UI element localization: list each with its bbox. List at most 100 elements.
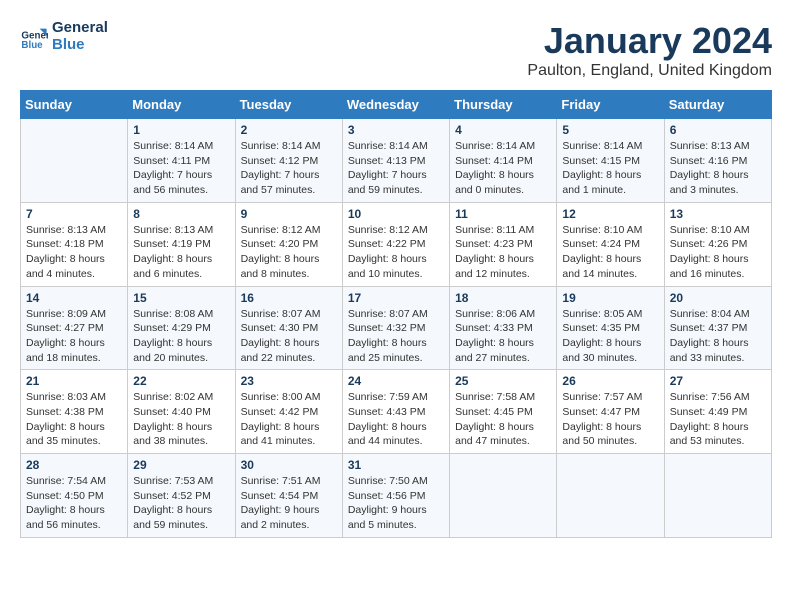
- day-info: Sunrise: 8:08 AM Sunset: 4:29 PM Dayligh…: [133, 307, 229, 366]
- day-number: 17: [348, 291, 444, 305]
- day-info: Sunrise: 8:10 AM Sunset: 4:26 PM Dayligh…: [670, 223, 766, 282]
- day-info: Sunrise: 8:14 AM Sunset: 4:11 PM Dayligh…: [133, 139, 229, 198]
- day-info: Sunrise: 8:13 AM Sunset: 4:19 PM Dayligh…: [133, 223, 229, 282]
- calendar-week-row: 28 Sunrise: 7:54 AM Sunset: 4:50 PM Dayli…: [21, 454, 772, 538]
- calendar-cell: 3 Sunrise: 8:14 AM Sunset: 4:13 PM Daylig…: [342, 119, 449, 203]
- day-number: 12: [562, 207, 658, 221]
- calendar-cell: 25 Sunrise: 7:58 AM Sunset: 4:45 PM Dayli…: [450, 370, 557, 454]
- day-number: 7: [26, 207, 122, 221]
- day-info: Sunrise: 7:51 AM Sunset: 4:54 PM Dayligh…: [241, 474, 337, 533]
- day-number: 31: [348, 458, 444, 472]
- day-number: 1: [133, 123, 229, 137]
- calendar-table: SundayMondayTuesdayWednesdayThursdayFrid…: [20, 90, 772, 538]
- calendar-week-row: 1 Sunrise: 8:14 AM Sunset: 4:11 PM Daylig…: [21, 119, 772, 203]
- calendar-cell: 8 Sunrise: 8:13 AM Sunset: 4:19 PM Daylig…: [128, 202, 235, 286]
- logo-text-general: General: [52, 20, 108, 37]
- day-number: 29: [133, 458, 229, 472]
- calendar-cell: [557, 454, 664, 538]
- calendar-cell: 29 Sunrise: 7:53 AM Sunset: 4:52 PM Dayli…: [128, 454, 235, 538]
- day-info: Sunrise: 7:56 AM Sunset: 4:49 PM Dayligh…: [670, 390, 766, 449]
- logo: General Blue General Blue: [20, 20, 108, 53]
- day-number: 30: [241, 458, 337, 472]
- day-info: Sunrise: 7:57 AM Sunset: 4:47 PM Dayligh…: [562, 390, 658, 449]
- day-info: Sunrise: 8:09 AM Sunset: 4:27 PM Dayligh…: [26, 307, 122, 366]
- calendar-cell: 21 Sunrise: 8:03 AM Sunset: 4:38 PM Dayli…: [21, 370, 128, 454]
- logo-text-blue: Blue: [52, 37, 108, 54]
- day-of-week-header: Tuesday: [235, 91, 342, 119]
- calendar-cell: 30 Sunrise: 7:51 AM Sunset: 4:54 PM Dayli…: [235, 454, 342, 538]
- day-info: Sunrise: 7:58 AM Sunset: 4:45 PM Dayligh…: [455, 390, 551, 449]
- day-info: Sunrise: 8:14 AM Sunset: 4:12 PM Dayligh…: [241, 139, 337, 198]
- calendar-cell: [664, 454, 771, 538]
- day-number: 3: [348, 123, 444, 137]
- day-of-week-header: Friday: [557, 91, 664, 119]
- day-number: 8: [133, 207, 229, 221]
- day-number: 10: [348, 207, 444, 221]
- day-number: 11: [455, 207, 551, 221]
- day-number: 27: [670, 374, 766, 388]
- location: Paulton, England, United Kingdom: [527, 62, 772, 80]
- calendar-cell: 27 Sunrise: 7:56 AM Sunset: 4:49 PM Dayli…: [664, 370, 771, 454]
- day-info: Sunrise: 8:06 AM Sunset: 4:33 PM Dayligh…: [455, 307, 551, 366]
- calendar-cell: 15Sunrise: 8:08 AM Sunset: 4:29 PM Dayli…: [128, 286, 235, 370]
- day-of-week-header: Monday: [128, 91, 235, 119]
- calendar-cell: 22 Sunrise: 8:02 AM Sunset: 4:40 PM Dayli…: [128, 370, 235, 454]
- svg-text:Blue: Blue: [21, 40, 43, 51]
- day-number: 18: [455, 291, 551, 305]
- calendar-cell: [21, 119, 128, 203]
- calendar-cell: 14 Sunrise: 8:09 AM Sunset: 4:27 PM Dayli…: [21, 286, 128, 370]
- day-info: Sunrise: 8:11 AM Sunset: 4:23 PM Dayligh…: [455, 223, 551, 282]
- day-info: Sunrise: 7:50 AM Sunset: 4:56 PM Dayligh…: [348, 474, 444, 533]
- day-number: 6: [670, 123, 766, 137]
- calendar-cell: 13 Sunrise: 8:10 AM Sunset: 4:26 PM Dayli…: [664, 202, 771, 286]
- day-of-week-header: Sunday: [21, 91, 128, 119]
- logo-icon: General Blue: [20, 23, 48, 51]
- day-number: 20: [670, 291, 766, 305]
- day-of-week-header: Thursday: [450, 91, 557, 119]
- day-number: 19: [562, 291, 658, 305]
- day-info: Sunrise: 8:13 AM Sunset: 4:16 PM Dayligh…: [670, 139, 766, 198]
- day-number: 26: [562, 374, 658, 388]
- day-info: Sunrise: 8:02 AM Sunset: 4:40 PM Dayligh…: [133, 390, 229, 449]
- calendar-cell: [450, 454, 557, 538]
- calendar-cell: 7Sunrise: 8:13 AM Sunset: 4:18 PM Daylig…: [21, 202, 128, 286]
- day-number: 24: [348, 374, 444, 388]
- day-info: Sunrise: 8:12 AM Sunset: 4:22 PM Dayligh…: [348, 223, 444, 282]
- calendar-cell: 1 Sunrise: 8:14 AM Sunset: 4:11 PM Daylig…: [128, 119, 235, 203]
- calendar-body: 1 Sunrise: 8:14 AM Sunset: 4:11 PM Daylig…: [21, 119, 772, 538]
- calendar-cell: 23Sunrise: 8:00 AM Sunset: 4:42 PM Dayli…: [235, 370, 342, 454]
- calendar-cell: 28 Sunrise: 7:54 AM Sunset: 4:50 PM Dayli…: [21, 454, 128, 538]
- title-section: January 2024 Paulton, England, United Ki…: [527, 20, 772, 80]
- calendar-cell: 17Sunrise: 8:07 AM Sunset: 4:32 PM Dayli…: [342, 286, 449, 370]
- day-number: 23: [241, 374, 337, 388]
- day-number: 21: [26, 374, 122, 388]
- day-number: 5: [562, 123, 658, 137]
- calendar-header-row: SundayMondayTuesdayWednesdayThursdayFrid…: [21, 91, 772, 119]
- day-info: Sunrise: 8:05 AM Sunset: 4:35 PM Dayligh…: [562, 307, 658, 366]
- calendar-week-row: 7Sunrise: 8:13 AM Sunset: 4:18 PM Daylig…: [21, 202, 772, 286]
- day-info: Sunrise: 8:12 AM Sunset: 4:20 PM Dayligh…: [241, 223, 337, 282]
- day-number: 28: [26, 458, 122, 472]
- calendar-cell: 26 Sunrise: 7:57 AM Sunset: 4:47 PM Dayli…: [557, 370, 664, 454]
- calendar-cell: 10 Sunrise: 8:12 AM Sunset: 4:22 PM Dayli…: [342, 202, 449, 286]
- page-header: General Blue General Blue January 2024 P…: [20, 20, 772, 80]
- day-info: Sunrise: 7:59 AM Sunset: 4:43 PM Dayligh…: [348, 390, 444, 449]
- day-info: Sunrise: 7:54 AM Sunset: 4:50 PM Dayligh…: [26, 474, 122, 533]
- calendar-cell: 20Sunrise: 8:04 AM Sunset: 4:37 PM Dayli…: [664, 286, 771, 370]
- day-info: Sunrise: 7:53 AM Sunset: 4:52 PM Dayligh…: [133, 474, 229, 533]
- day-number: 13: [670, 207, 766, 221]
- day-number: 14: [26, 291, 122, 305]
- day-number: 22: [133, 374, 229, 388]
- calendar-cell: 6 Sunrise: 8:13 AM Sunset: 4:16 PM Daylig…: [664, 119, 771, 203]
- day-number: 16: [241, 291, 337, 305]
- day-info: Sunrise: 8:03 AM Sunset: 4:38 PM Dayligh…: [26, 390, 122, 449]
- calendar-cell: 12Sunrise: 8:10 AM Sunset: 4:24 PM Dayli…: [557, 202, 664, 286]
- calendar-cell: 24 Sunrise: 7:59 AM Sunset: 4:43 PM Dayli…: [342, 370, 449, 454]
- day-number: 25: [455, 374, 551, 388]
- day-info: Sunrise: 8:14 AM Sunset: 4:14 PM Dayligh…: [455, 139, 551, 198]
- calendar-cell: 9Sunrise: 8:12 AM Sunset: 4:20 PM Daylig…: [235, 202, 342, 286]
- calendar-week-row: 21 Sunrise: 8:03 AM Sunset: 4:38 PM Dayli…: [21, 370, 772, 454]
- day-info: Sunrise: 8:07 AM Sunset: 4:30 PM Dayligh…: [241, 307, 337, 366]
- calendar-cell: 16 Sunrise: 8:07 AM Sunset: 4:30 PM Dayli…: [235, 286, 342, 370]
- day-info: Sunrise: 8:14 AM Sunset: 4:13 PM Dayligh…: [348, 139, 444, 198]
